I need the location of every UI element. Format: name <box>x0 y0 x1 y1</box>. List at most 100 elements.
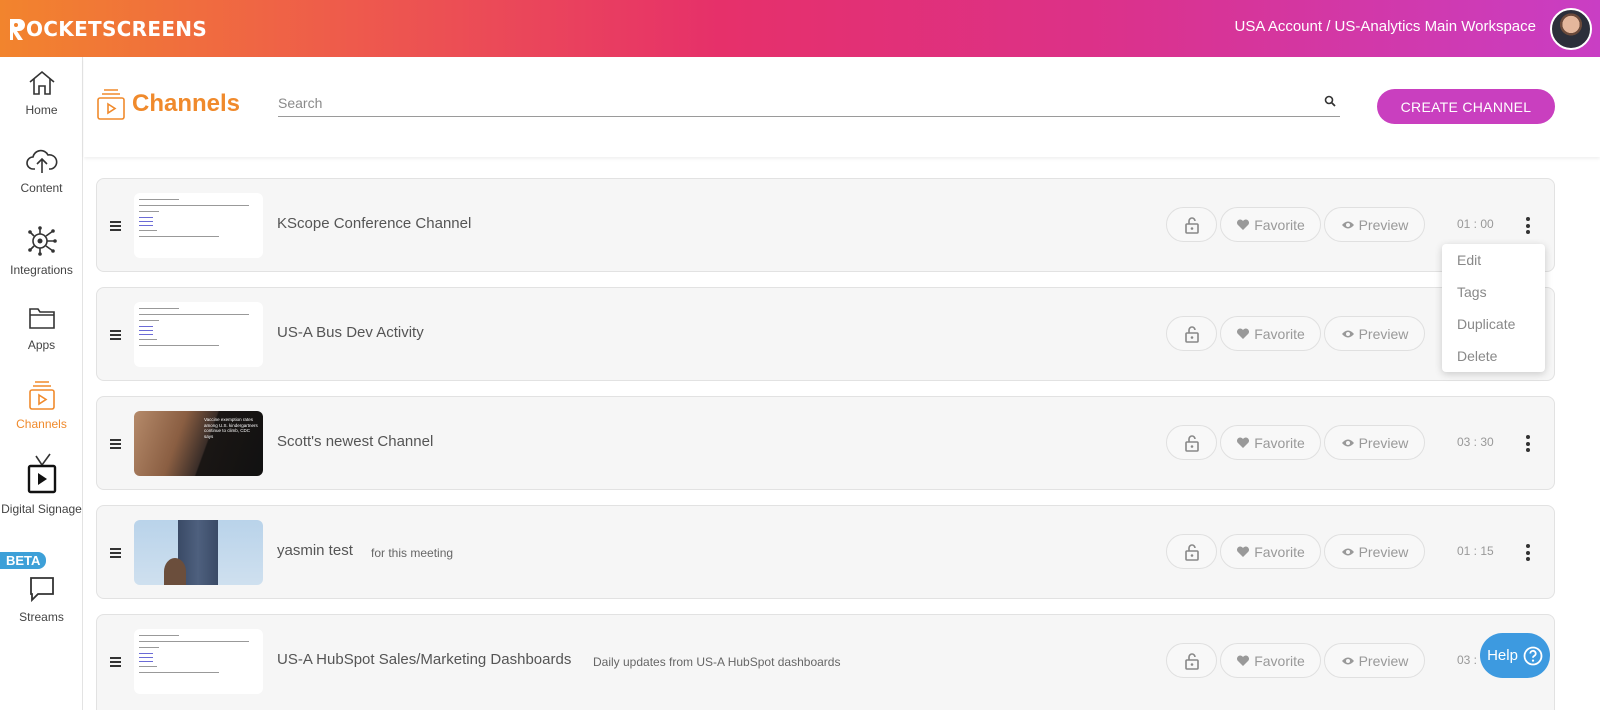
menu-item-edit[interactable]: Edit <box>1457 252 1481 268</box>
channel-title[interactable]: US-A Bus Dev Activity <box>277 324 424 341</box>
eye-icon <box>1341 439 1354 446</box>
channel-row[interactable]: KScope Conference Channel Favorite Previ… <box>96 178 1555 272</box>
favorite-button[interactable]: Favorite <box>1220 643 1321 678</box>
eye-icon <box>1341 657 1354 664</box>
search-input[interactable] <box>278 91 1308 115</box>
sidebar-item-label: Channels <box>16 417 67 431</box>
create-channel-button[interactable]: CREATE CHANNEL <box>1377 89 1555 124</box>
drag-handle-icon[interactable] <box>110 548 121 560</box>
preview-button[interactable]: Preview <box>1324 207 1425 242</box>
sidebar-item-label: Streams <box>19 610 64 624</box>
drag-handle-icon[interactable] <box>110 439 121 451</box>
sidebar-item-label: Digital Signage <box>1 502 82 516</box>
channel-thumbnail[interactable] <box>134 302 263 367</box>
help-button[interactable]: Help <box>1480 633 1550 678</box>
channel-thumbnail[interactable]: Vaccine exemption rates among U.S. kinde… <box>134 411 263 476</box>
more-options-icon[interactable] <box>1523 544 1533 564</box>
drag-handle-icon[interactable] <box>110 330 121 342</box>
channel-row[interactable]: Vaccine exemption rates among U.S. kinde… <box>96 396 1555 490</box>
menu-item-tags[interactable]: Tags <box>1457 284 1487 300</box>
channel-duration: 01 : 15 <box>1457 544 1494 558</box>
eye-icon <box>1341 330 1354 337</box>
more-options-icon[interactable] <box>1523 435 1533 455</box>
channel-row[interactable]: US-A HubSpot Sales/Marketing Dashboards … <box>96 614 1555 710</box>
channel-title[interactable]: US-A HubSpot Sales/Marketing Dashboards <box>277 651 571 668</box>
channel-thumbnail[interactable] <box>134 520 263 585</box>
favorite-button[interactable]: Favorite <box>1220 425 1321 460</box>
favorite-label: Favorite <box>1254 652 1305 669</box>
menu-item-delete[interactable]: Delete <box>1457 348 1497 364</box>
heart-icon <box>1237 545 1250 557</box>
sidebar-item-label: Content <box>20 181 63 195</box>
channel-context-menu: Edit Tags Duplicate Delete <box>1442 244 1545 372</box>
sidebar: Home Content Integrations Apps Channels … <box>0 57 83 710</box>
preview-label: Preview <box>1358 434 1409 451</box>
channel-duration: 03 : 30 <box>1457 435 1494 449</box>
favorite-label: Favorite <box>1254 325 1305 342</box>
folder-icon <box>28 308 55 329</box>
favorite-button[interactable]: Favorite <box>1220 534 1321 569</box>
rocketscreens-logo[interactable]: OCKETSCREENS <box>8 16 207 42</box>
heart-icon <box>1237 327 1250 339</box>
cloud-upload-icon <box>25 149 57 173</box>
heart-icon <box>1237 654 1250 666</box>
sidebar-item-home[interactable]: Home <box>0 69 83 117</box>
channel-thumbnail[interactable] <box>134 629 263 694</box>
sidebar-item-label: Apps <box>27 338 56 352</box>
preview-label: Preview <box>1358 325 1409 342</box>
integrations-icon <box>27 226 57 256</box>
lock-button[interactable] <box>1166 534 1217 569</box>
sidebar-item-streams[interactable]: Streams <box>0 574 83 624</box>
more-options-icon[interactable] <box>1523 217 1533 237</box>
preview-label: Preview <box>1358 543 1409 560</box>
account-workspace-label[interactable]: USA Account / US-Analytics Main Workspac… <box>1234 18 1536 35</box>
channel-duration: 01 : 00 <box>1457 217 1494 231</box>
chat-icon <box>29 577 54 603</box>
beta-badge: BETA <box>0 552 47 569</box>
page-title: Channels <box>132 90 241 117</box>
channel-title[interactable]: KScope Conference Channel <box>277 215 471 232</box>
channel-row[interactable]: yasmin test for this meeting Favorite Pr… <box>96 505 1555 599</box>
lock-button[interactable] <box>1166 425 1217 460</box>
preview-button[interactable]: Preview <box>1324 534 1425 569</box>
sidebar-item-channels[interactable]: Channels <box>0 379 83 431</box>
preview-button[interactable]: Preview <box>1324 316 1425 351</box>
favorite-button[interactable]: Favorite <box>1220 207 1321 242</box>
help-label: Help <box>1487 647 1518 664</box>
channel-thumbnail[interactable] <box>134 193 263 258</box>
preview-button[interactable]: Preview <box>1324 425 1425 460</box>
thumbnail-headline: Vaccine exemption rates among U.S. kinde… <box>204 417 258 439</box>
lock-button[interactable] <box>1166 207 1217 242</box>
lock-button[interactable] <box>1166 316 1217 351</box>
favorite-label: Favorite <box>1254 216 1305 233</box>
eye-icon <box>1341 221 1354 228</box>
channel-title[interactable]: Scott's newest Channel <box>277 433 433 450</box>
lock-icon <box>1184 325 1199 343</box>
channel-row[interactable]: US-A Bus Dev Activity Favorite Preview <box>96 287 1555 381</box>
user-avatar[interactable] <box>1550 8 1592 50</box>
sidebar-item-digital-signage[interactable]: Digital Signage <box>0 452 83 516</box>
favorite-label: Favorite <box>1254 434 1305 451</box>
preview-button[interactable]: Preview <box>1324 643 1425 678</box>
favorite-button[interactable]: Favorite <box>1220 316 1321 351</box>
drag-handle-icon[interactable] <box>110 221 121 233</box>
search-icon[interactable] <box>1324 95 1336 107</box>
channels-title-icon <box>97 89 125 120</box>
top-bar: OCKETSCREENS USA Account / US-Analytics … <box>0 0 1600 57</box>
menu-item-duplicate[interactable]: Duplicate <box>1457 316 1515 332</box>
tv-icon <box>27 453 56 494</box>
sidebar-item-label: Home <box>25 103 58 117</box>
eye-icon <box>1341 548 1354 555</box>
heart-icon <box>1237 218 1250 230</box>
sidebar-item-content[interactable]: Content <box>0 147 83 195</box>
sidebar-item-integrations[interactable]: Integrations <box>0 225 83 277</box>
home-icon <box>28 70 55 95</box>
lock-button[interactable] <box>1166 643 1217 678</box>
drag-handle-icon[interactable] <box>110 657 121 669</box>
preview-label: Preview <box>1358 216 1409 233</box>
channel-title[interactable]: yasmin test <box>277 542 353 559</box>
heart-icon <box>1237 436 1250 448</box>
sidebar-item-apps[interactable]: Apps <box>0 304 83 352</box>
channels-icon <box>28 381 55 410</box>
sidebar-item-label: Integrations <box>10 263 73 277</box>
